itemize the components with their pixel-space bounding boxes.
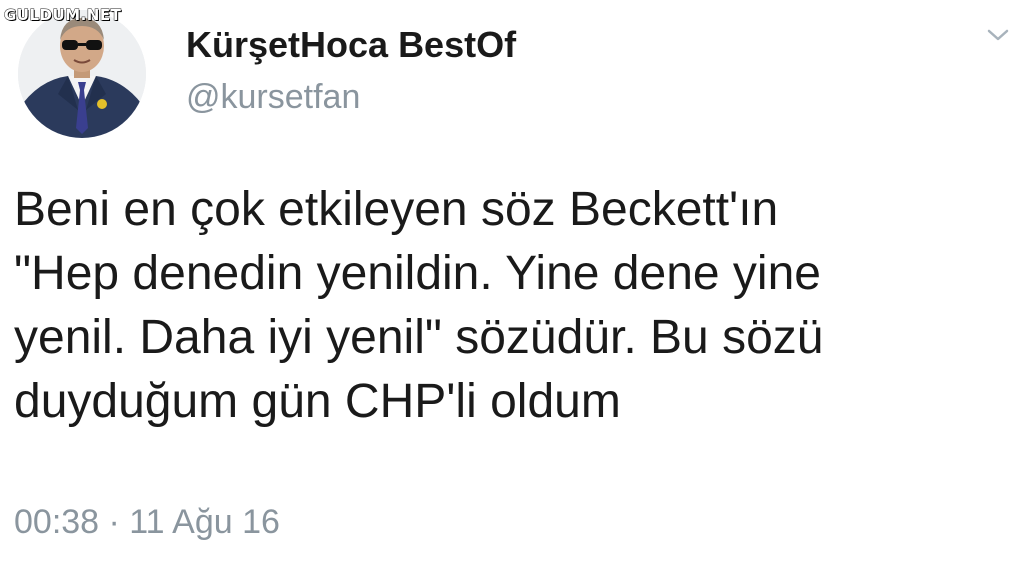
author-display-name[interactable]: KürşetHoca BestOf [186,24,516,66]
tweet-timestamp[interactable]: 00:38 · 11 Ağu 16 [14,503,280,542]
profile-avatar[interactable] [18,10,146,138]
avatar-photo-icon [18,10,146,138]
site-watermark: GULDUM.NET [3,6,122,25]
tweet-text-line: "Hep denedin yenildin. Yine dene yine [14,247,821,300]
chevron-down-icon[interactable] [986,26,1010,44]
tweet-text-line: Beni en çok etkileyen söz Beckett'ın [14,183,779,236]
author-handle[interactable]: @kursetfan [186,78,360,117]
tweet-text: Beni en çok etkileyen söz Beckett'ın "He… [14,178,1010,434]
tweet-text-line: duyduğum gün CHP'li oldum [14,375,621,428]
tweet-text-line: yenil. Daha iyi yenil" sözüdür. Bu sözü [14,311,824,364]
